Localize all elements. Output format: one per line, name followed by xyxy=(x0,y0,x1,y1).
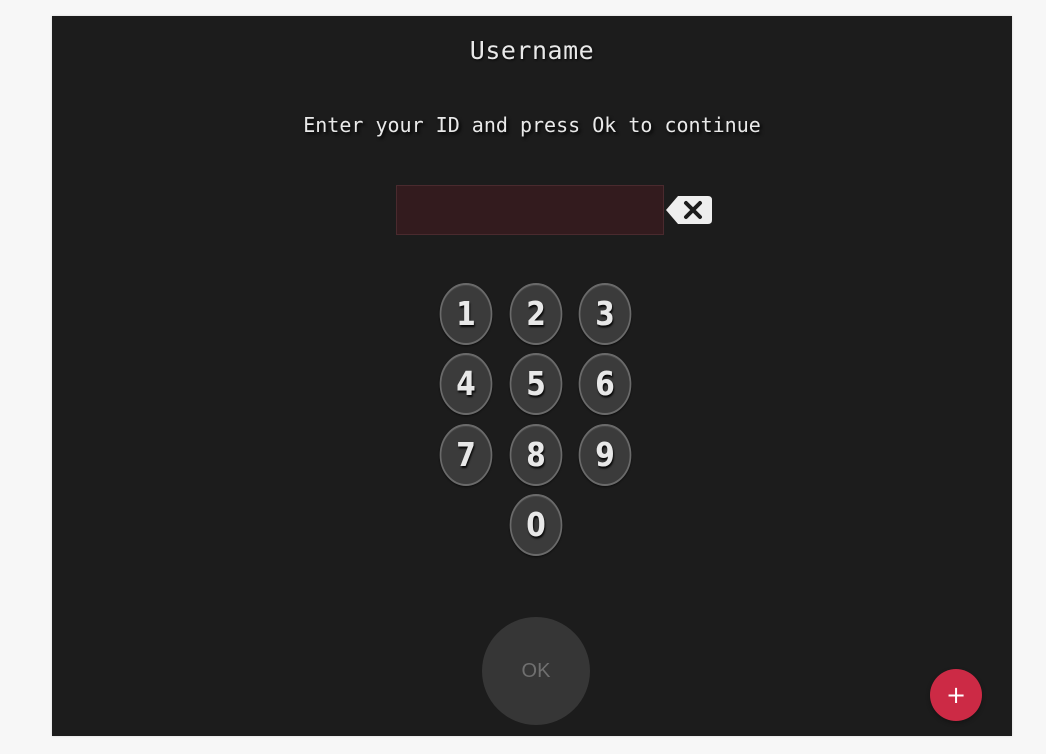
key-8[interactable]: 8 xyxy=(509,424,563,486)
add-fab-button[interactable]: + xyxy=(930,669,982,721)
key-label: 6 xyxy=(595,364,615,403)
login-panel: Username Enter your ID and press Ok to c… xyxy=(52,16,1012,736)
key-label: 3 xyxy=(595,294,615,333)
key-label: 4 xyxy=(456,364,476,403)
key-3[interactable]: 3 xyxy=(578,283,632,345)
id-input[interactable] xyxy=(396,185,664,235)
ok-button[interactable]: OK xyxy=(482,617,590,725)
key-5[interactable]: 5 xyxy=(509,353,563,415)
key-label: 8 xyxy=(526,435,546,474)
backspace-icon xyxy=(666,196,712,224)
key-2[interactable]: 2 xyxy=(509,283,563,345)
page-title: Username xyxy=(469,36,595,65)
key-4[interactable]: 4 xyxy=(439,353,493,415)
key-label: 1 xyxy=(456,294,476,333)
key-1[interactable]: 1 xyxy=(439,283,493,345)
key-label: 0 xyxy=(526,505,546,544)
backspace-button[interactable] xyxy=(665,195,713,225)
key-label: 7 xyxy=(456,435,476,474)
key-0[interactable]: 0 xyxy=(509,494,563,556)
key-label: 9 xyxy=(595,435,615,474)
key-7[interactable]: 7 xyxy=(439,424,493,486)
key-label: 2 xyxy=(526,294,546,333)
key-label: 5 xyxy=(526,364,546,403)
key-9[interactable]: 9 xyxy=(578,424,632,486)
instruction-text: Enter your ID and press Ok to continue xyxy=(303,113,761,137)
key-6[interactable]: 6 xyxy=(578,353,632,415)
